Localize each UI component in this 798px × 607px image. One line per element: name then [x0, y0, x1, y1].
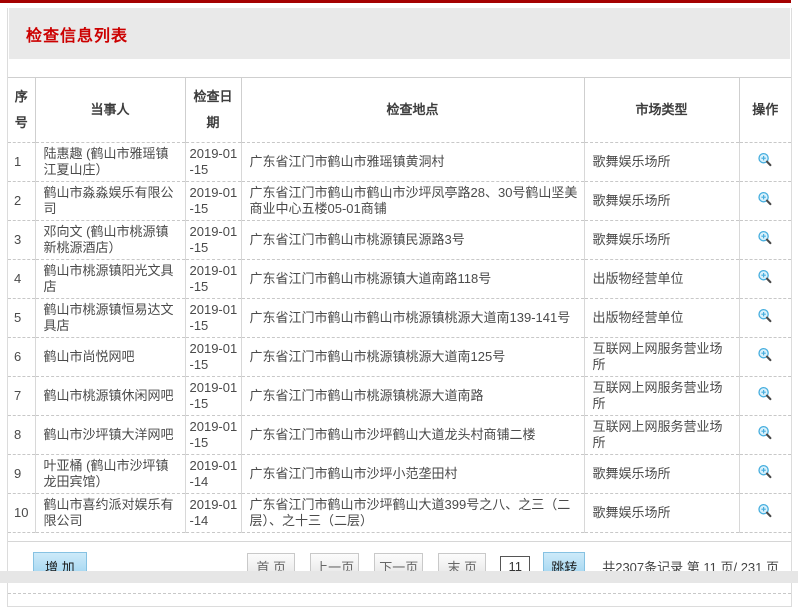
- location-cell: 广东省江门市鹤山市桃源镇民源路3号: [241, 221, 584, 260]
- action-cell: [739, 377, 791, 416]
- col-header-location: 检查地点: [241, 78, 584, 143]
- table-row: 2 鹤山市淼淼娱乐有限公司 2019-01-15 广东省江门市鹤山市鹤山市沙坪凤…: [8, 182, 791, 221]
- table-row: 8 鹤山市沙坪镇大洋网吧 2019-01-15 广东省江门市鹤山市沙坪鹤山大道龙…: [8, 416, 791, 455]
- table-row: 7 鹤山市桃源镇休闲网吧 2019-01-15 广东省江门市鹤山市桃源镇桃源大道…: [8, 377, 791, 416]
- magnifier-view-icon[interactable]: [757, 191, 773, 207]
- date-cell: 2019-01-15: [185, 260, 241, 299]
- party-cell: 邓向文 (鹤山市桃源镇新桃源酒店）: [35, 221, 185, 260]
- col-header-serial: 序号: [8, 78, 35, 143]
- market-type-cell: 歌舞娱乐场所: [584, 143, 739, 182]
- row-serial-cell: 7: [8, 377, 35, 416]
- market-type-cell: 互联网上网服务营业场所: [584, 416, 739, 455]
- date-cell: 2019-01-15: [185, 182, 241, 221]
- party-cell: 陆惠趣 (鹤山市雅瑶镇江夏山庄）: [35, 143, 185, 182]
- row-serial-cell: 2: [8, 182, 35, 221]
- page-title: 检查信息列表: [26, 28, 128, 45]
- action-cell: [739, 338, 791, 377]
- row-serial-cell: 4: [8, 260, 35, 299]
- location-cell: 广东省江门市鹤山市鹤山市桃源镇桃源大道南139-141号: [241, 299, 584, 338]
- row-serial-cell: 1: [8, 143, 35, 182]
- footer-strip: [0, 571, 798, 583]
- col-header-date: 检查日期: [185, 78, 241, 143]
- magnifier-view-icon[interactable]: [757, 308, 773, 324]
- market-type-cell: 出版物经营单位: [584, 260, 739, 299]
- action-cell: [739, 494, 791, 533]
- table-row: 3 邓向文 (鹤山市桃源镇新桃源酒店） 2019-01-15 广东省江门市鹤山市…: [8, 221, 791, 260]
- date-cell: 2019-01-15: [185, 338, 241, 377]
- date-cell: 2019-01-15: [185, 377, 241, 416]
- date-cell: 2019-01-15: [185, 416, 241, 455]
- location-cell: 广东省江门市鹤山市桃源镇桃源大道南125号: [241, 338, 584, 377]
- party-cell: 鹤山市沙坪镇大洋网吧: [35, 416, 185, 455]
- magnifier-view-icon[interactable]: [757, 464, 773, 480]
- location-cell: 广东省江门市鹤山市沙坪鹤山大道龙头村商铺二楼: [241, 416, 584, 455]
- page-title-bar: 检查信息列表: [9, 8, 790, 59]
- market-type-cell: 出版物经营单位: [584, 299, 739, 338]
- location-cell: 广东省江门市鹤山市沙坪小范垄田村: [241, 455, 584, 494]
- party-cell: 鹤山市桃源镇休闲网吧: [35, 377, 185, 416]
- action-cell: [739, 260, 791, 299]
- market-type-cell: 互联网上网服务营业场所: [584, 338, 739, 377]
- table-row: 1 陆惠趣 (鹤山市雅瑶镇江夏山庄） 2019-01-15 广东省江门市鹤山市雅…: [8, 143, 791, 182]
- party-cell: 鹤山市桃源镇恒易达文具店: [35, 299, 185, 338]
- action-cell: [739, 143, 791, 182]
- magnifier-view-icon[interactable]: [757, 503, 773, 519]
- row-serial-cell: 8: [8, 416, 35, 455]
- action-cell: [739, 455, 791, 494]
- table-row: 4 鹤山市桃源镇阳光文具店 2019-01-15 广东省江门市鹤山市桃源镇大道南…: [8, 260, 791, 299]
- row-serial-cell: 5: [8, 299, 35, 338]
- location-cell: 广东省江门市鹤山市桃源镇桃源大道南路: [241, 377, 584, 416]
- row-serial-cell: 10: [8, 494, 35, 533]
- magnifier-view-icon[interactable]: [757, 152, 773, 168]
- row-serial-cell: 3: [8, 221, 35, 260]
- location-cell: 广东省江门市鹤山市桃源镇大道南路118号: [241, 260, 584, 299]
- date-cell: 2019-01-15: [185, 221, 241, 260]
- market-type-cell: 歌舞娱乐场所: [584, 182, 739, 221]
- page-top-accent: [0, 0, 791, 3]
- magnifier-view-icon[interactable]: [757, 347, 773, 363]
- table-row: 5 鹤山市桃源镇恒易达文具店 2019-01-15 广东省江门市鹤山市鹤山市桃源…: [8, 299, 791, 338]
- market-type-cell: 歌舞娱乐场所: [584, 455, 739, 494]
- date-cell: 2019-01-15: [185, 299, 241, 338]
- col-header-action: 操作: [739, 78, 791, 143]
- location-cell: 广东省江门市鹤山市鹤山市沙坪凤亭路28、30号鹤山坚美商业中心五楼05-01商铺: [241, 182, 584, 221]
- pagination-inner: 增 加 首 页 上一页 下一页 末 页 跳转 共2307条记录 第 11 页/ …: [8, 542, 791, 594]
- date-cell: 2019-01-14: [185, 455, 241, 494]
- content-container: 检查信息列表 序号 当事人 检查日期 检查地点 市场类型 操作 1 陆惠趣 (鹤…: [7, 8, 792, 607]
- row-serial-cell: 9: [8, 455, 35, 494]
- table-row: 6 鹤山市尚悦网吧 2019-01-15 广东省江门市鹤山市桃源镇桃源大道南12…: [8, 338, 791, 377]
- party-cell: 叶亚桶 (鹤山市沙坪镇龙田宾馆）: [35, 455, 185, 494]
- table-row: 9 叶亚桶 (鹤山市沙坪镇龙田宾馆） 2019-01-14 广东省江门市鹤山市沙…: [8, 455, 791, 494]
- action-cell: [739, 182, 791, 221]
- row-serial-cell: 6: [8, 338, 35, 377]
- party-cell: 鹤山市淼淼娱乐有限公司: [35, 182, 185, 221]
- party-cell: 鹤山市桃源镇阳光文具店: [35, 260, 185, 299]
- party-cell: 鹤山市尚悦网吧: [35, 338, 185, 377]
- action-cell: [739, 416, 791, 455]
- action-cell: [739, 221, 791, 260]
- col-header-market-type: 市场类型: [584, 78, 739, 143]
- date-cell: 2019-01-14: [185, 494, 241, 533]
- market-type-cell: 歌舞娱乐场所: [584, 494, 739, 533]
- table-header-row: 序号 当事人 检查日期 检查地点 市场类型 操作: [8, 78, 791, 143]
- party-cell: 鹤山市喜约派对娱乐有限公司: [35, 494, 185, 533]
- inspection-table: 序号 当事人 检查日期 检查地点 市场类型 操作 1 陆惠趣 (鹤山市雅瑶镇江夏…: [8, 77, 791, 533]
- magnifier-view-icon[interactable]: [757, 269, 773, 285]
- magnifier-view-icon[interactable]: [757, 425, 773, 441]
- location-cell: 广东省江门市鹤山市沙坪鹤山大道399号之八、之三（二层）、之十三（二层）: [241, 494, 584, 533]
- magnifier-view-icon[interactable]: [757, 230, 773, 246]
- market-type-cell: 互联网上网服务营业场所: [584, 377, 739, 416]
- market-type-cell: 歌舞娱乐场所: [584, 221, 739, 260]
- location-cell: 广东省江门市鹤山市雅瑶镇黄洞村: [241, 143, 584, 182]
- action-cell: [739, 299, 791, 338]
- magnifier-view-icon[interactable]: [757, 386, 773, 402]
- date-cell: 2019-01-15: [185, 143, 241, 182]
- table-row: 10 鹤山市喜约派对娱乐有限公司 2019-01-14 广东省江门市鹤山市沙坪鹤…: [8, 494, 791, 533]
- table-body: 1 陆惠趣 (鹤山市雅瑶镇江夏山庄） 2019-01-15 广东省江门市鹤山市雅…: [8, 143, 791, 533]
- col-header-party: 当事人: [35, 78, 185, 143]
